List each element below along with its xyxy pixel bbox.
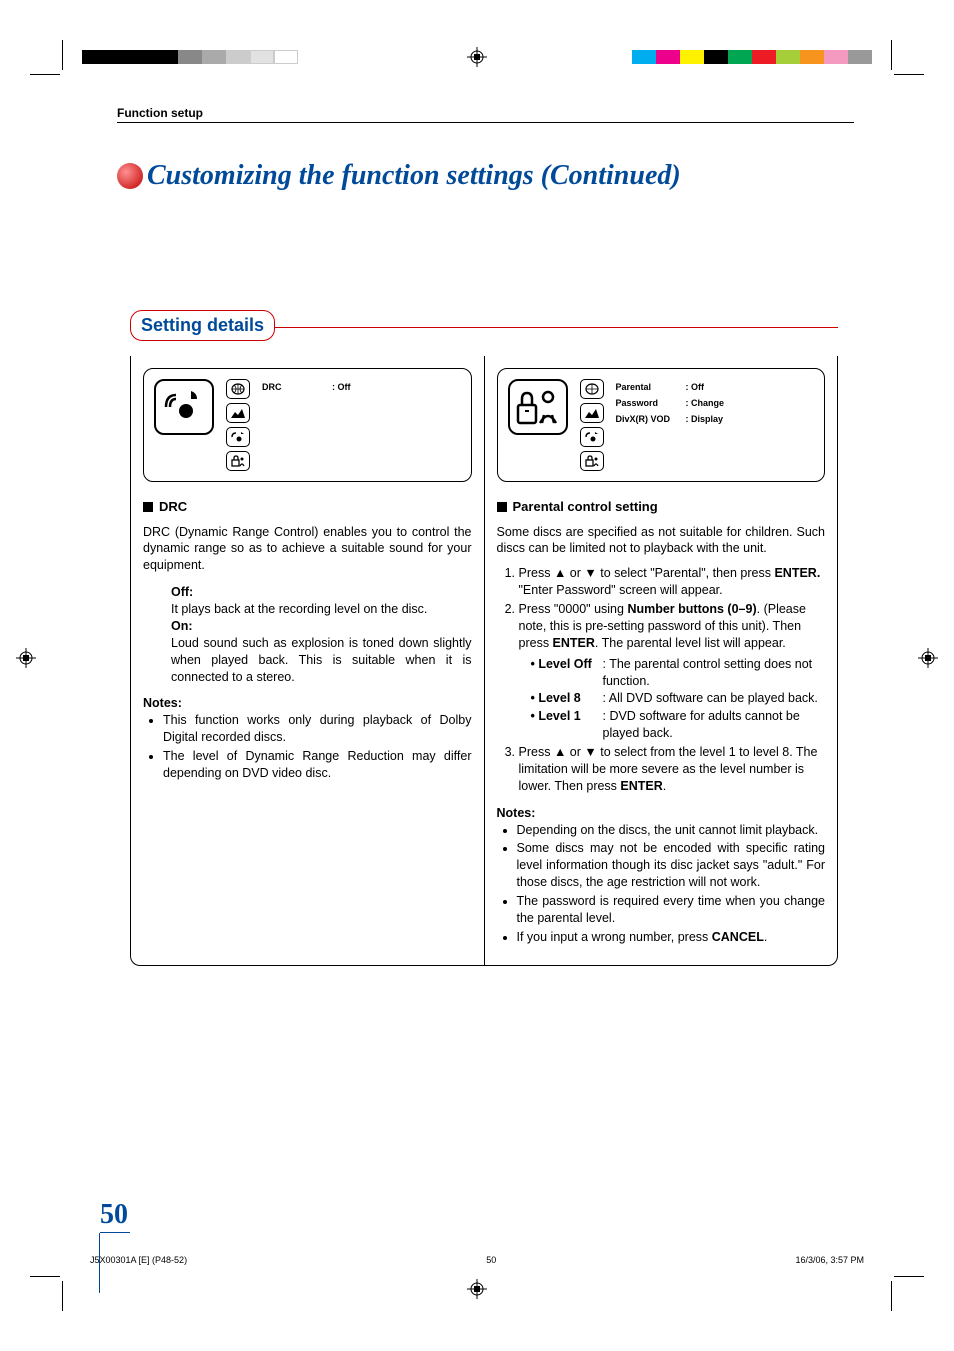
notes-heading: Notes: <box>143 695 472 712</box>
drc-setting-label: DRC <box>262 379 332 395</box>
parental-setting-value: : Off <box>686 379 705 395</box>
divx-setting-label: DivX(R) VOD <box>616 411 686 427</box>
password-setting-label: Password <box>616 395 686 411</box>
footer-left: J5X00301A [E] (P48-52) <box>90 1255 187 1265</box>
setting-details-heading: Setting details <box>130 310 275 341</box>
registration-mark-icon <box>918 648 938 673</box>
registration-mark-icon <box>467 1279 487 1304</box>
parental-mini-icon <box>226 451 250 471</box>
parental-setting-label: Parental <box>616 379 686 395</box>
drc-off-desc: It plays back at the recording level on … <box>171 601 472 618</box>
level-1-desc: : DVD software for adults cannot be play… <box>603 708 826 742</box>
level-off-label: • Level Off <box>531 657 592 671</box>
parental-note: Some discs may not be encoded with speci… <box>517 840 826 891</box>
parental-icon <box>508 379 568 435</box>
audio-icon <box>154 379 214 435</box>
drc-on-label: On: <box>171 619 193 633</box>
parental-note: If you input a wrong number, press CANCE… <box>517 929 826 946</box>
footer: J5X00301A [E] (P48-52) 50 16/3/06, 3:57 … <box>90 1255 864 1265</box>
color-bar-right <box>632 50 872 64</box>
parental-intro: Some discs are specified as not suitable… <box>497 524 826 558</box>
down-arrow-icon: ▼ <box>584 566 596 580</box>
drc-heading: DRC <box>143 498 472 516</box>
page-number: 50 <box>100 1199 128 1231</box>
drc-on-desc: Loud sound such as explosion is toned do… <box>171 635 472 686</box>
section-header: Function setup <box>117 106 854 123</box>
audio-mini-icon <box>580 427 604 447</box>
footer-center: 50 <box>486 1255 496 1265</box>
level-1-label: • Level 1 <box>531 709 581 723</box>
level-off-desc: : The parental control setting does not … <box>603 656 826 690</box>
right-column: Parental: Off Password: Change DivX(R) V… <box>485 356 838 965</box>
parental-note: Depending on the discs, the unit cannot … <box>517 822 826 839</box>
step-3: Press ▲ or ▼ to select from the level 1 … <box>519 744 826 795</box>
language-mini-icon <box>580 379 604 399</box>
color-bar-left <box>82 50 298 64</box>
footer-right: 16/3/06, 3:57 PM <box>795 1255 864 1265</box>
divx-setting-value: : Display <box>686 411 724 427</box>
parental-note: The password is required every time when… <box>517 893 826 927</box>
bullet-icon <box>117 163 143 189</box>
up-arrow-icon: ▲ <box>554 745 566 759</box>
password-setting-value: : Change <box>686 395 725 411</box>
step-2: Press "0000" using Number buttons (0–9).… <box>519 601 826 742</box>
step-1: Press ▲ or ▼ to select "Parental", then … <box>519 565 826 599</box>
content-columns: DRC: Off DRC DRC (Dynamic Range Control)… <box>130 356 838 966</box>
drc-off-label: Off: <box>171 585 193 599</box>
drc-intro: DRC (Dynamic Range Control) enables you … <box>143 524 472 575</box>
up-arrow-icon: ▲ <box>554 566 566 580</box>
parental-mini-icon <box>580 451 604 471</box>
drc-ui-mock: DRC: Off <box>143 368 472 482</box>
drc-note: This function works only during playback… <box>163 712 472 746</box>
language-mini-icon <box>226 379 250 399</box>
drc-note: The level of Dynamic Range Reduction may… <box>163 748 472 782</box>
down-arrow-icon: ▼ <box>584 745 596 759</box>
picture-mini-icon <box>580 403 604 423</box>
registration-mark-icon <box>16 648 36 673</box>
audio-mini-icon <box>226 427 250 447</box>
page-title: Customizing the function settings (Conti… <box>147 160 681 192</box>
left-column: DRC: Off DRC DRC (Dynamic Range Control)… <box>131 356 485 965</box>
drc-setting-value: : Off <box>332 379 351 395</box>
picture-mini-icon <box>226 403 250 423</box>
level-8-label: • Level 8 <box>531 691 581 705</box>
parental-heading: Parental control setting <box>497 498 826 516</box>
registration-mark-icon <box>467 47 487 72</box>
level-8-desc: : All DVD software can be played back. <box>603 690 826 707</box>
parental-ui-mock: Parental: Off Password: Change DivX(R) V… <box>497 368 826 482</box>
notes-heading: Notes: <box>497 805 826 822</box>
